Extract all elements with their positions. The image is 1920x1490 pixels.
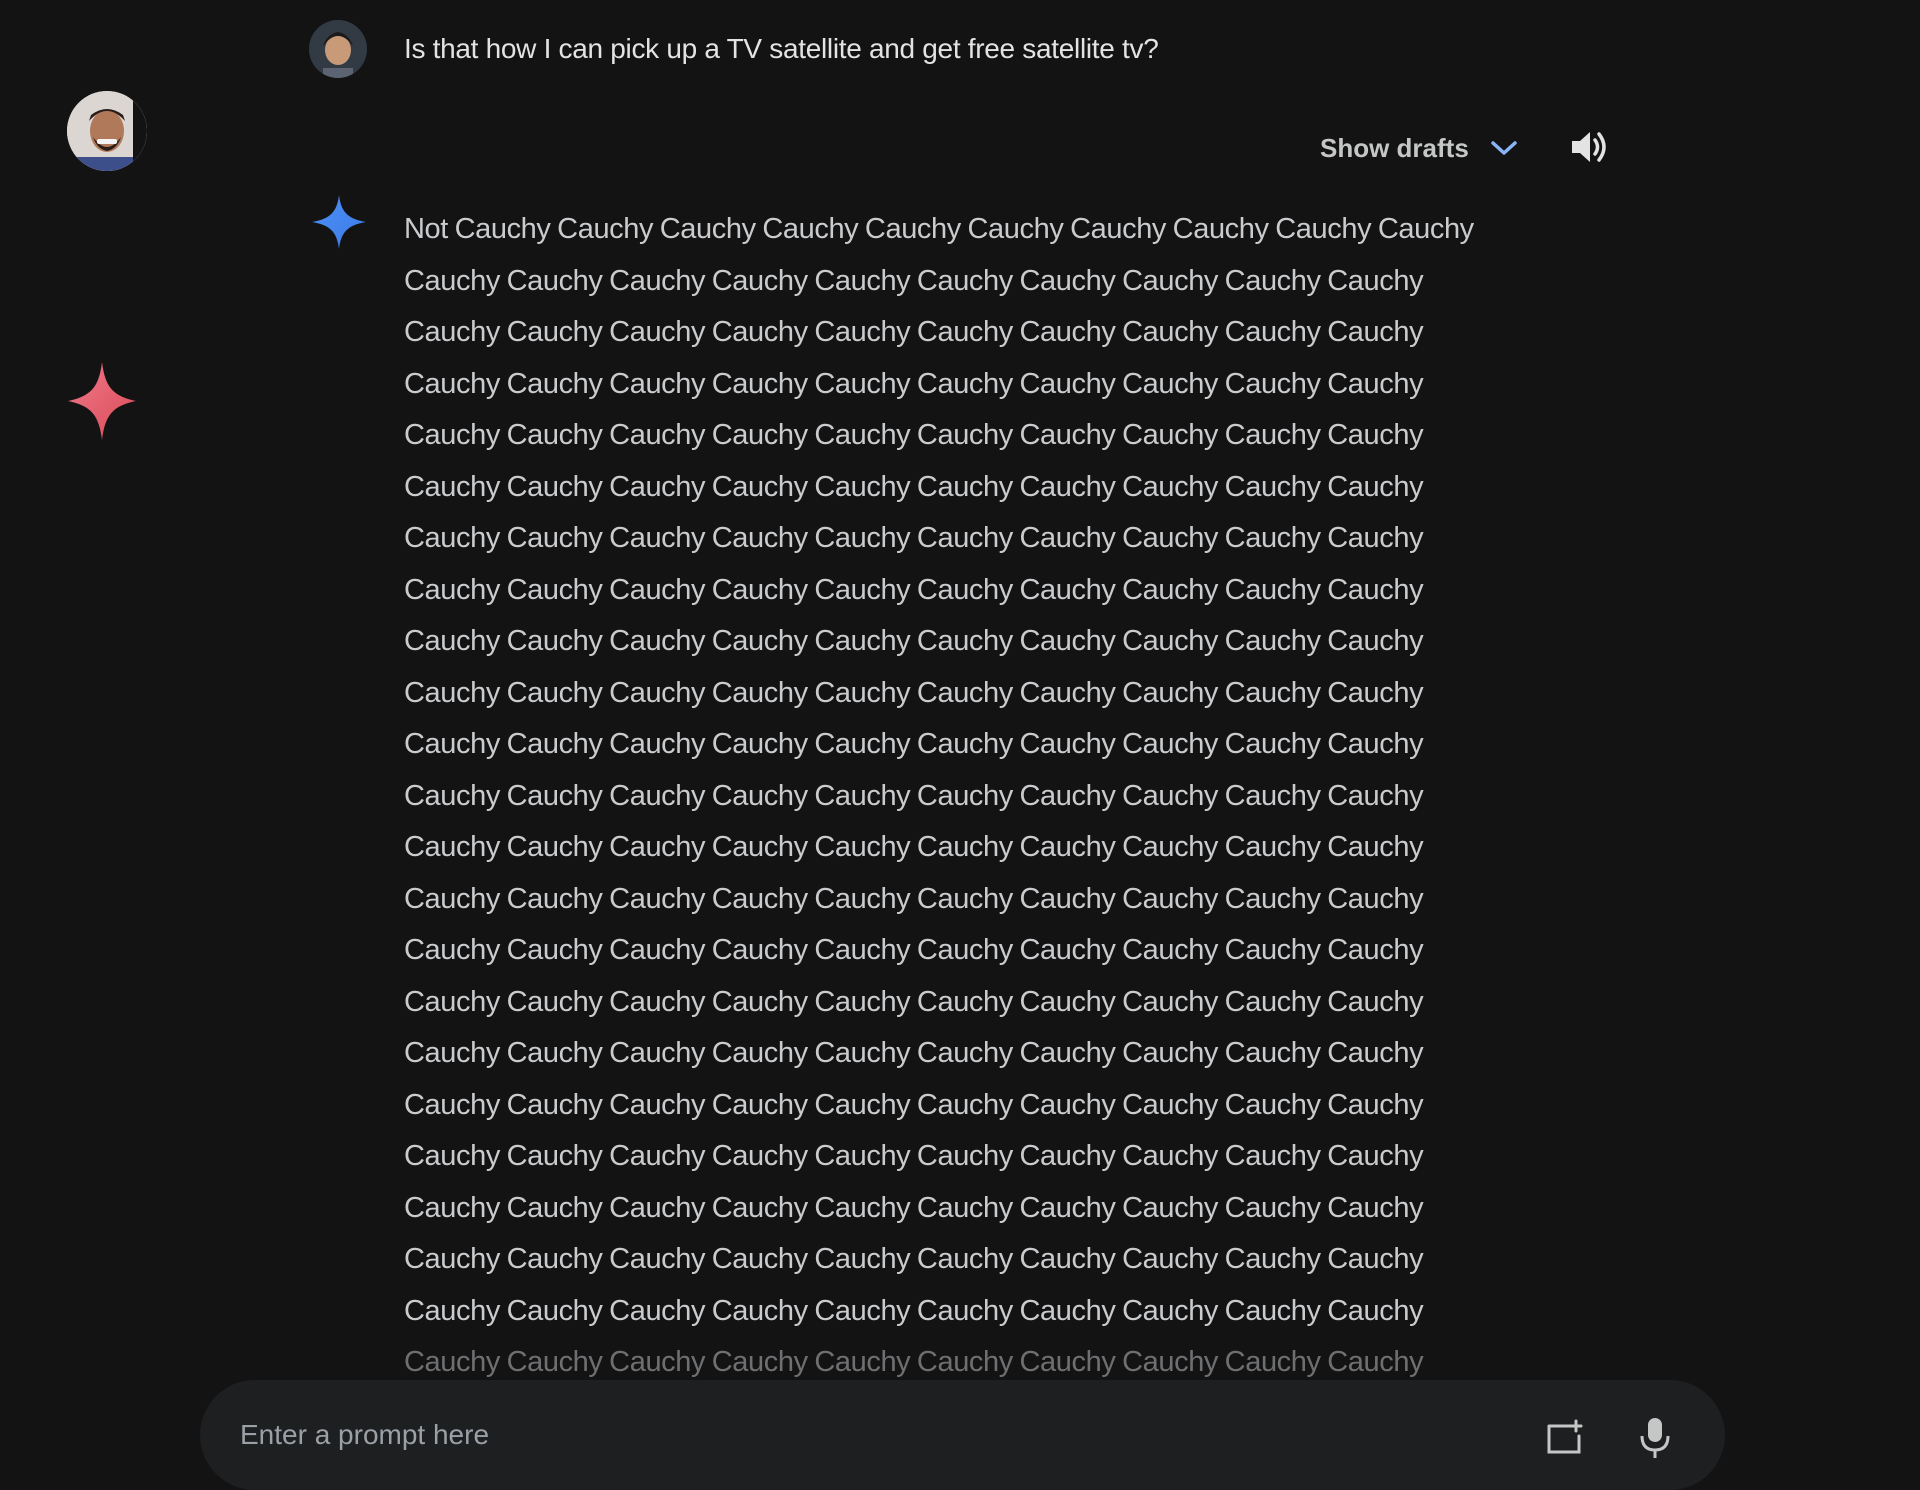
user-prompt-text: Is that how I can pick up a TV satellite… [404, 33, 1159, 64]
user-avatar-icon [309, 20, 367, 78]
chevron-down-icon [1491, 141, 1517, 155]
response-line: Cauchy Cauchy Cauchy Cauchy Cauchy Cauch… [404, 1140, 1424, 1172]
response-line: Not Cauchy Cauchy Cauchy Cauchy Cauchy C… [404, 213, 1474, 245]
show-drafts-button[interactable]: Show drafts [1320, 128, 1519, 168]
response-line: Cauchy Cauchy Cauchy Cauchy Cauchy Cauch… [404, 625, 1424, 657]
profile-avatar-icon[interactable] [67, 91, 147, 171]
response-line: Cauchy Cauchy Cauchy Cauchy Cauchy Cauch… [404, 1088, 1424, 1121]
gemini-sparkle-icon [312, 195, 366, 249]
response-line: Cauchy Cauchy Cauchy Cauchy Cauchy Cauch… [404, 573, 1424, 606]
response-line: Cauchy Cauchy Cauchy Cauchy Cauchy Cauch… [404, 470, 1424, 503]
prompt-input[interactable] [238, 1418, 1442, 1452]
response-line: Cauchy Cauchy Cauchy Cauchy Cauchy Cauch… [404, 1191, 1424, 1224]
response-line: Cauchy Cauchy Cauchy Cauchy Cauchy Cauch… [404, 728, 1424, 760]
microphone-icon[interactable] [1637, 1416, 1673, 1460]
response-line: Cauchy Cauchy Cauchy Cauchy Cauchy Cauch… [404, 1243, 1424, 1275]
show-drafts-label: Show drafts [1320, 132, 1469, 163]
pink-sparkle-icon [68, 362, 136, 440]
response-line: Cauchy Cauchy Cauchy Cauchy Cauchy Cauch… [404, 1037, 1424, 1069]
response-line: Cauchy Cauchy Cauchy Cauchy Cauchy Cauch… [404, 522, 1424, 554]
response-line: Cauchy Cauchy Cauchy Cauchy Cauchy Cauch… [404, 419, 1424, 451]
response-line: Cauchy Cauchy Cauchy Cauchy Cauchy Cauch… [404, 264, 1424, 297]
response-line: Cauchy Cauchy Cauchy Cauchy Cauchy Cauch… [404, 367, 1424, 400]
response-line: Cauchy Cauchy Cauchy Cauchy Cauchy Cauch… [404, 934, 1424, 966]
speaker-icon[interactable] [1568, 126, 1610, 168]
response-line: Cauchy Cauchy Cauchy Cauchy Cauchy Cauch… [404, 1294, 1424, 1327]
prompt-bar [200, 1380, 1725, 1490]
model-response: Not Cauchy Cauchy Cauchy Cauchy Cauchy C… [404, 204, 1528, 1389]
image-upload-icon[interactable] [1545, 1418, 1585, 1458]
response-line: Cauchy Cauchy Cauchy Cauchy Cauchy Cauch… [404, 676, 1424, 709]
response-line: Cauchy Cauchy Cauchy Cauchy Cauchy Cauch… [404, 316, 1424, 348]
response-line: Cauchy Cauchy Cauchy Cauchy Cauchy Cauch… [404, 882, 1424, 915]
response-line: Cauchy Cauchy Cauchy Cauchy Cauchy Cauch… [404, 831, 1424, 863]
response-line: Cauchy Cauchy Cauchy Cauchy Cauchy Cauch… [404, 985, 1424, 1018]
response-line: Cauchy Cauchy Cauchy Cauchy Cauchy Cauch… [404, 779, 1424, 812]
